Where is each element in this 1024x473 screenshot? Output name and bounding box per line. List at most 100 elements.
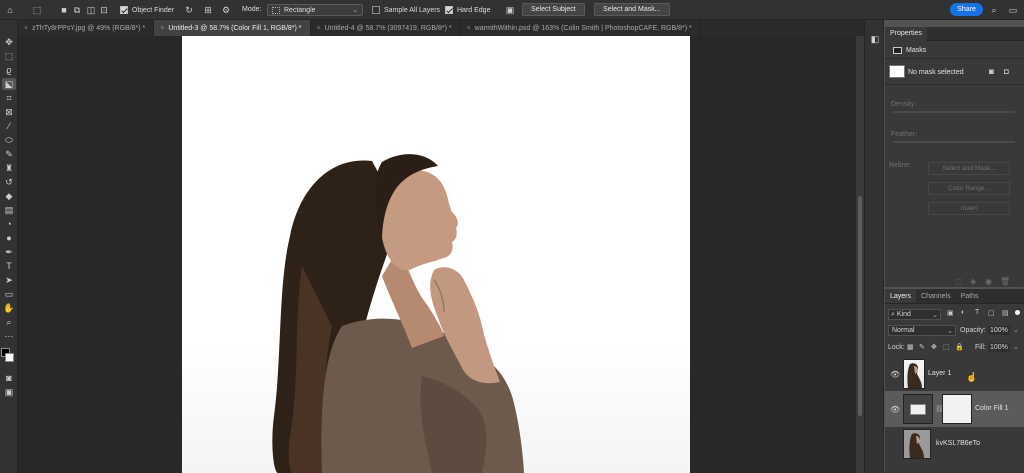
- tab-layers[interactable]: Layers: [885, 289, 917, 303]
- pen-tool-icon[interactable]: ✒: [2, 246, 16, 258]
- new-selection-icon[interactable]: ■: [57, 3, 71, 17]
- object-finder-checkbox[interactable]: [120, 6, 128, 14]
- layer-row-background-photo[interactable]: kvKSL7B6eTo: [885, 426, 1024, 462]
- tab-paths[interactable]: Paths: [956, 289, 984, 303]
- more-tools-icon[interactable]: ⋯: [2, 330, 16, 342]
- gradient-tool-icon[interactable]: ▤: [2, 204, 16, 216]
- subtract-from-selection-icon[interactable]: ◫: [84, 3, 98, 17]
- filter-kind-select[interactable]: ⌕ Kind ⌄: [888, 309, 941, 320]
- collapse-panels-icon[interactable]: ◧: [868, 32, 882, 46]
- object-selection-tool-icon[interactable]: ⬕: [2, 78, 16, 90]
- settings-gear-icon[interactable]: ⚙: [219, 3, 233, 17]
- layer-row-color-fill-1[interactable]: 👁 ⛓ Color Fill 1: [885, 391, 1024, 427]
- marquee-tool-icon[interactable]: ⬚: [2, 50, 16, 62]
- opacity-chevron-icon[interactable]: ⌄: [1013, 326, 1019, 334]
- density-slider[interactable]: [893, 111, 1015, 113]
- close-icon[interactable]: ×: [24, 25, 28, 32]
- add-to-selection-icon[interactable]: ⧉: [70, 3, 84, 17]
- visibility-eye-icon[interactable]: 👁: [890, 405, 900, 414]
- vertical-scrollbar[interactable]: [856, 36, 864, 473]
- sample-all-layers-checkbox[interactable]: [372, 6, 380, 14]
- filter-toggle-icon[interactable]: [1015, 310, 1020, 315]
- workspace-icon[interactable]: ▭: [1006, 3, 1020, 17]
- close-icon[interactable]: ×: [160, 25, 164, 32]
- lasso-tool-icon[interactable]: ϱ: [2, 64, 16, 76]
- close-icon[interactable]: ×: [467, 25, 471, 32]
- path-selection-tool-icon[interactable]: ➤: [2, 274, 16, 286]
- filter-smart-object-icon[interactable]: ▤: [1002, 309, 1009, 317]
- lock-all-icon[interactable]: 🔒: [955, 343, 964, 351]
- type-tool-icon[interactable]: T: [2, 260, 16, 272]
- select-and-mask-button[interactable]: Select and Mask...: [594, 3, 670, 16]
- sample-all-layers-toggle[interactable]: Sample All Layers: [372, 6, 440, 14]
- properties-tab[interactable]: Properties: [885, 27, 927, 41]
- object-finder-toggle[interactable]: Object Finder: [120, 6, 174, 14]
- blur-tool-icon[interactable]: ◔: [2, 218, 16, 230]
- search-icon[interactable]: ⌕: [987, 3, 1001, 17]
- fill-chevron-icon[interactable]: ⌄: [1013, 343, 1019, 351]
- tab-document-3[interactable]: × Untitled-4 @ 58.7% (3097419, RGB/8*) *: [311, 20, 461, 36]
- zoom-tool-icon[interactable]: ⌕: [2, 316, 16, 328]
- tab-document-2[interactable]: × Untitled-3 @ 58.7% (Color Fill 1, RGB/8…: [154, 20, 311, 36]
- filter-type-icon[interactable]: T: [975, 309, 979, 316]
- tab-document-1[interactable]: × zThTy8rPPsY.jpg @ 49% (RGB/8*) *: [18, 20, 155, 36]
- fill-input[interactable]: 100%: [988, 343, 1010, 352]
- history-brush-tool-icon[interactable]: ↺: [2, 176, 16, 188]
- hard-edge-toggle[interactable]: Hard Edge: [445, 6, 490, 14]
- refresh-icon[interactable]: ↻: [182, 3, 196, 17]
- object-selection-tool-preset-icon[interactable]: ⬚: [30, 3, 44, 17]
- color-range-button[interactable]: Color Range...: [928, 182, 1010, 195]
- clone-stamp-tool-icon[interactable]: ♜: [2, 162, 16, 174]
- mode-label: Mode:: [242, 6, 262, 13]
- filter-pixel-icon[interactable]: ▣: [947, 309, 954, 317]
- lock-image-icon[interactable]: ✎: [919, 343, 925, 351]
- vector-mask-icon[interactable]: ◘: [1004, 67, 1009, 76]
- select-subject-button[interactable]: Select Subject: [522, 3, 585, 16]
- apply-mask-icon[interactable]: ◈: [970, 277, 976, 286]
- document-canvas[interactable]: [182, 36, 690, 473]
- screen-mode-icon[interactable]: ▣: [2, 386, 16, 398]
- close-icon[interactable]: ×: [317, 25, 321, 32]
- layer-row-layer-1[interactable]: 👁 Layer 1 ☝: [885, 356, 1024, 392]
- quick-mask-icon[interactable]: ◙: [2, 372, 16, 384]
- tab-label: Untitled-4 @ 58.7% (3097419, RGB/8*) *: [324, 24, 452, 32]
- tab-channels[interactable]: Channels: [916, 289, 956, 303]
- tab-document-4[interactable]: × warmthWithin.psd @ 163% (Colin Smith | …: [461, 20, 701, 36]
- feather-slider[interactable]: [893, 141, 1015, 143]
- layer-mask-thumbnail[interactable]: [942, 394, 972, 424]
- show-all-objects-icon[interactable]: ⊞: [201, 3, 215, 17]
- select-and-mask-panel-button[interactable]: Select and Mask...: [928, 162, 1010, 175]
- eyedropper-tool-icon[interactable]: ⁄: [2, 120, 16, 132]
- lock-position-icon[interactable]: ✥: [931, 343, 937, 351]
- crop-tool-icon[interactable]: ⌗: [2, 92, 16, 104]
- invert-button[interactable]: Invert: [928, 202, 1010, 215]
- move-tool-icon[interactable]: ✥: [2, 36, 16, 48]
- brush-tool-icon[interactable]: ✎: [2, 148, 16, 160]
- opacity-input[interactable]: 100%: [988, 326, 1010, 335]
- pixel-mask-icon[interactable]: ◙: [989, 67, 994, 76]
- blend-mode-select[interactable]: Normal ⌄: [888, 325, 956, 336]
- disable-mask-icon[interactable]: ◉: [985, 277, 992, 286]
- visibility-eye-icon[interactable]: 👁: [890, 370, 900, 379]
- share-button[interactable]: Share: [950, 3, 983, 16]
- mode-select[interactable]: Rectangle ⌄: [267, 4, 363, 16]
- lock-artboard-icon[interactable]: ⬚: [943, 343, 950, 351]
- select-subject-icon[interactable]: ▣: [503, 3, 517, 17]
- intersect-selection-icon[interactable]: ⊡: [97, 3, 111, 17]
- frame-tool-icon[interactable]: ⊠: [2, 106, 16, 118]
- scrollbar-thumb[interactable]: [858, 196, 862, 416]
- eraser-tool-icon[interactable]: ◆: [2, 190, 16, 202]
- healing-brush-tool-icon[interactable]: ⬭: [2, 134, 16, 146]
- load-selection-icon[interactable]: ⬚: [955, 277, 963, 286]
- trash-icon[interactable]: 🗑: [1000, 277, 1010, 286]
- photoshop-home-icon[interactable]: ⌂: [3, 3, 17, 17]
- filter-shape-icon[interactable]: ▢: [988, 309, 995, 317]
- background-color-swatch[interactable]: [5, 353, 14, 362]
- dodge-tool-icon[interactable]: ●: [2, 232, 16, 244]
- rectangle-tool-icon[interactable]: ▭: [2, 288, 16, 300]
- filter-adjustment-icon[interactable]: ◐: [961, 309, 965, 316]
- hand-tool-icon[interactable]: ✋: [2, 302, 16, 314]
- hard-edge-checkbox[interactable]: [445, 6, 453, 14]
- woman-thumbnail: [907, 363, 922, 388]
- lock-transparent-icon[interactable]: ▦: [907, 343, 914, 351]
